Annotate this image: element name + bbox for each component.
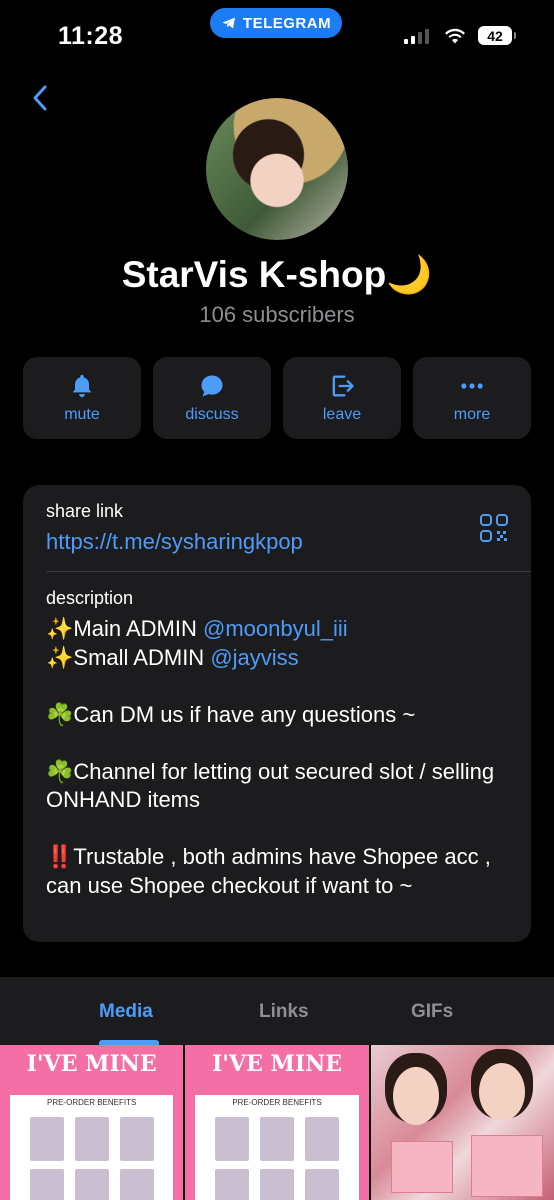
photocard-image — [260, 1169, 295, 1200]
photocard-image — [305, 1117, 340, 1161]
description-line: ✨Small ADMIN @jayviss — [46, 644, 516, 673]
photocard-image — [260, 1117, 295, 1161]
description-line: ✨Main ADMIN @moonbyul_iii — [46, 615, 516, 644]
wifi-icon — [445, 28, 465, 44]
description-blank — [46, 672, 516, 701]
status-bar: 11:28 TELEGRAM 42 — [0, 0, 554, 70]
media-thumbnail[interactable] — [370, 1045, 554, 1200]
photo-figure — [478, 1063, 525, 1121]
description-label: description — [46, 588, 134, 608]
subscriber-count: 106 subscribers — [199, 302, 355, 327]
back-chevron-icon[interactable] — [30, 84, 50, 112]
media-tab-bar: Media Links GIFs — [0, 977, 554, 1045]
more-dots-icon — [461, 383, 483, 389]
tab-links[interactable]: Links — [259, 1001, 309, 1023]
thumbnail-title: I'VE MINE — [26, 1051, 157, 1077]
description-line: ‼️Trustable , both admins have Shopee ac… — [46, 844, 491, 898]
discuss-button[interactable]: discuss — [153, 357, 271, 439]
description-blank — [46, 815, 516, 844]
discuss-label: discuss — [185, 406, 239, 423]
photocard-image — [30, 1169, 64, 1200]
info-card: share link https://t.me/sysharingkpop de… — [23, 485, 531, 942]
status-time: 11:28 — [58, 22, 124, 50]
action-row: mute discuss leave more — [23, 357, 531, 439]
telegram-pill-label: TELEGRAM — [242, 14, 332, 32]
description-blank — [46, 729, 516, 758]
signal-icon — [404, 28, 429, 44]
mention-link[interactable]: @jayviss — [210, 645, 298, 670]
media-grid: I'VE MINE PRE-ORDER BENEFITS I'VE MINE P… — [0, 1045, 554, 1200]
description-line: ☘️Can DM us if have any questions ~ — [46, 701, 416, 727]
bell-icon — [72, 374, 92, 398]
photocard-image — [75, 1117, 109, 1161]
photocard-image — [30, 1117, 64, 1161]
photocard-image — [120, 1117, 154, 1161]
battery-icon: 42 — [478, 26, 516, 45]
leave-button[interactable]: leave — [283, 357, 401, 439]
more-button[interactable]: more — [413, 357, 531, 439]
info-divider — [46, 571, 531, 572]
share-link-label: share link — [46, 501, 124, 521]
thumbnail-subtitle: PRE-ORDER BENEFITS — [232, 1098, 322, 1107]
photocard-image — [215, 1169, 250, 1200]
photocard-image — [75, 1169, 109, 1200]
channel-name: StarVis K-shop🌙 — [121, 254, 433, 295]
description-line: ☘️Channel for letting out secured slot /… — [46, 758, 495, 813]
share-link-url[interactable]: https://t.me/sysharingkpop — [46, 529, 303, 555]
mute-label: mute — [64, 406, 100, 423]
battery-level: 42 — [487, 27, 503, 44]
more-label: more — [453, 406, 491, 423]
telegram-pill[interactable]: TELEGRAM — [210, 8, 342, 38]
description-text: ✨Main ADMIN @moonbyul_iii ✨Small ADMIN @… — [46, 615, 516, 900]
mention-link[interactable]: @moonbyul_iii — [203, 616, 348, 641]
telegram-icon — [222, 17, 235, 29]
media-thumbnail[interactable]: I'VE MINE PRE-ORDER BENEFITS — [0, 1045, 184, 1200]
leave-icon — [332, 375, 354, 397]
channel-avatar[interactable] — [206, 98, 348, 240]
chat-bubble-icon — [201, 375, 223, 397]
thumbnail-subtitle: PRE-ORDER BENEFITS — [46, 1098, 137, 1107]
tab-media[interactable]: Media — [99, 1001, 153, 1023]
tab-gifs[interactable]: GIFs — [411, 1001, 453, 1023]
product-box — [390, 1141, 453, 1193]
leave-label: leave — [322, 406, 362, 423]
thumbnail-card: PRE-ORDER BENEFITS — [10, 1095, 174, 1200]
thumbnail-card: PRE-ORDER BENEFITS — [195, 1095, 359, 1200]
product-box — [470, 1135, 543, 1197]
thumbnail-title: I'VE MINE — [211, 1051, 343, 1077]
description-text-span: ✨Main ADMIN — [46, 616, 203, 641]
photocard-image — [305, 1169, 340, 1200]
description-text-span: ✨Small ADMIN — [46, 644, 211, 670]
qr-code-icon[interactable] — [479, 513, 509, 543]
photocard-image — [120, 1169, 154, 1200]
mute-button[interactable]: mute — [23, 357, 141, 439]
photo-figure — [392, 1067, 439, 1125]
media-thumbnail[interactable]: I'VE MINE PRE-ORDER BENEFITS — [185, 1045, 369, 1200]
photocard-image — [215, 1117, 250, 1161]
